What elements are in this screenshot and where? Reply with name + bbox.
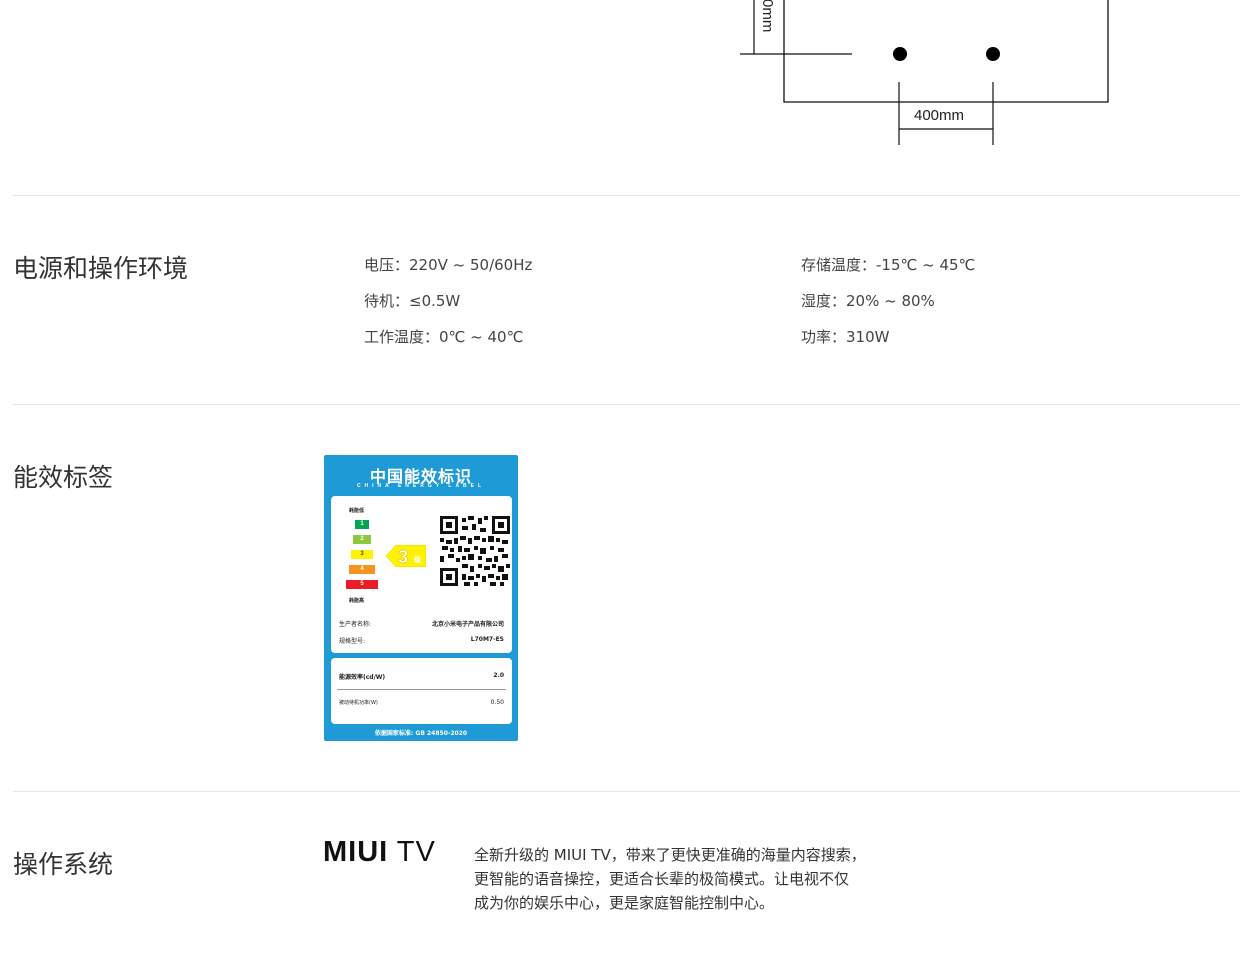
- current-grade-number: 3: [398, 547, 408, 567]
- section-divider: [13, 791, 1240, 792]
- os-section-title: 操作系统: [13, 850, 114, 879]
- vertical-dim-label: 0mm: [759, 0, 776, 33]
- energy-value-panel: 能源效率(cd/W) 2.0 被动待机功率(W) 0.50: [331, 658, 512, 724]
- manufacturer-value: 北京小米电子产品有限公司: [431, 621, 504, 628]
- spec-operating-temp: 工作温度：0℃ ~ 40℃: [364, 328, 524, 346]
- os-description-line: 全新升级的 MIUI TV，带来了更快更准确的海量内容搜索，: [474, 846, 866, 864]
- wall-mount-diagram: 400mm 0mm: [0, 0, 1247, 160]
- spec-power: 功率：310W: [801, 328, 890, 346]
- section-divider: [13, 195, 1240, 196]
- low-consumption-label: 耗能低: [349, 508, 365, 514]
- miui-logo-light: TV: [396, 836, 436, 868]
- panel-divider: [337, 689, 506, 690]
- mount-hole-right: [986, 47, 1000, 61]
- mount-hole-diagram: [740, 0, 1109, 145]
- spec-humidity: 湿度：20% ~ 80%: [801, 292, 935, 310]
- current-grade-suffix: 级: [413, 555, 422, 564]
- standby-power-value: 0.50: [490, 699, 504, 706]
- current-grade-arrow-icon: 3 级: [386, 545, 426, 567]
- standby-power-label: 被动待机功率(W): [339, 700, 378, 706]
- energy-label-image: 中国能效标识 CHINA ENERGY LABEL 耗能低 1 2 3 4 5 …: [324, 455, 518, 741]
- grade-3-bar: 3: [351, 550, 373, 559]
- horizontal-dim-label: 400mm: [914, 107, 965, 124]
- manufacturer-label: 生产者名称:: [339, 621, 372, 628]
- energy-label-standard: 依据国家标准: GB 24850-2020: [374, 730, 468, 737]
- energy-label-subtitle: CHINA ENERGY LABEL: [356, 483, 486, 489]
- model-value: L70M7-ES: [470, 636, 504, 643]
- miui-tv-logo: MIUI TV: [323, 836, 436, 869]
- high-consumption-label: 耗能高: [349, 598, 365, 604]
- os-description-line: 成为你的娱乐中心，更是家庭智能控制中心。: [474, 894, 775, 912]
- os-description-line: 更智能的语音操控，更适合长辈的极简模式。让电视不仅: [474, 870, 850, 888]
- efficiency-label: 能源效率(cd/W): [339, 674, 386, 681]
- spec-voltage: 电压：220V ~ 50/60Hz: [364, 256, 533, 274]
- os-description: 全新升级的 MIUI TV，带来了更快更准确的海量内容搜索， 更智能的语音操控，…: [474, 843, 904, 915]
- spec-storage-temp: 存储温度：-15℃ ~ 45℃: [801, 256, 976, 274]
- spec-standby: 待机：≤0.5W: [364, 292, 461, 310]
- tv-outline: [783, 0, 1109, 103]
- grade-2-bar: 2: [353, 535, 371, 544]
- grade-5-bar: 5: [346, 580, 378, 589]
- power-section-title: 电源和操作环境: [13, 254, 189, 283]
- miui-logo-bold: MIUI: [323, 836, 389, 868]
- grade-1-bar: 1: [355, 520, 369, 529]
- efficiency-value: 2.0: [493, 672, 504, 679]
- section-divider: [13, 404, 1240, 405]
- mount-hole-left: [893, 47, 907, 61]
- energy-grade-panel: 耗能低 1 2 3 4 5 耗能高 3 级 生产者名称: 北京小米电子产品有限公…: [331, 496, 512, 653]
- energy-section-title: 能效标签: [13, 463, 114, 492]
- qr-code-icon: [440, 516, 510, 586]
- grade-4-bar: 4: [349, 565, 375, 574]
- model-label: 规格型号:: [339, 638, 366, 645]
